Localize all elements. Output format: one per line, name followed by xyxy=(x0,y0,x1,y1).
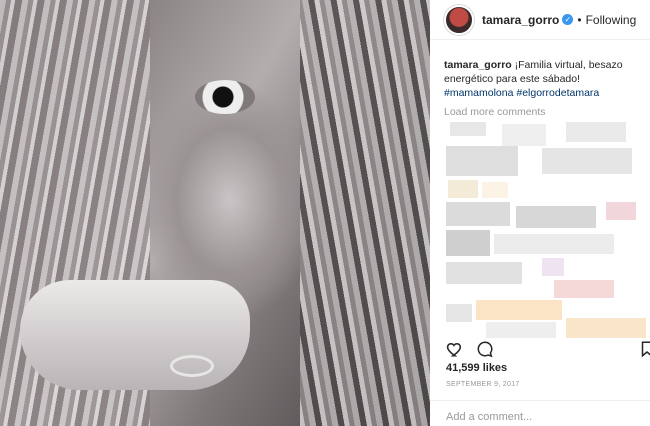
likes-count[interactable]: 41,599 likes xyxy=(446,362,507,374)
heart-icon[interactable] xyxy=(446,340,464,358)
separator-dot: • xyxy=(577,12,582,27)
post-actions xyxy=(446,340,650,360)
avatar[interactable] xyxy=(444,4,474,35)
post-photo[interactable] xyxy=(0,0,430,426)
post-header: tamara_gorro ✓ • Following xyxy=(430,0,650,40)
post-date[interactable]: SEPTEMBER 9, 2017 xyxy=(446,381,520,388)
caption-username[interactable]: tamara_gorro xyxy=(444,59,512,71)
add-comment-input[interactable]: Add a comment... xyxy=(446,411,532,423)
verified-badge-icon: ✓ xyxy=(562,14,574,25)
hand xyxy=(20,280,250,390)
post-caption: tamara_gorro ¡Familia virtual, besazo en… xyxy=(430,40,650,100)
username-link[interactable]: tamara_gorro xyxy=(482,13,559,27)
ring xyxy=(170,355,214,377)
eye xyxy=(195,80,255,114)
divider xyxy=(430,400,650,401)
hair-right xyxy=(300,0,430,426)
bookmark-icon[interactable] xyxy=(638,340,650,358)
comment-icon[interactable] xyxy=(476,340,494,358)
comments-pixelated xyxy=(446,118,650,340)
caption-hashtags[interactable]: #mamamolona #elgorrodetamara xyxy=(444,87,599,99)
following-button[interactable]: Following xyxy=(586,13,637,27)
